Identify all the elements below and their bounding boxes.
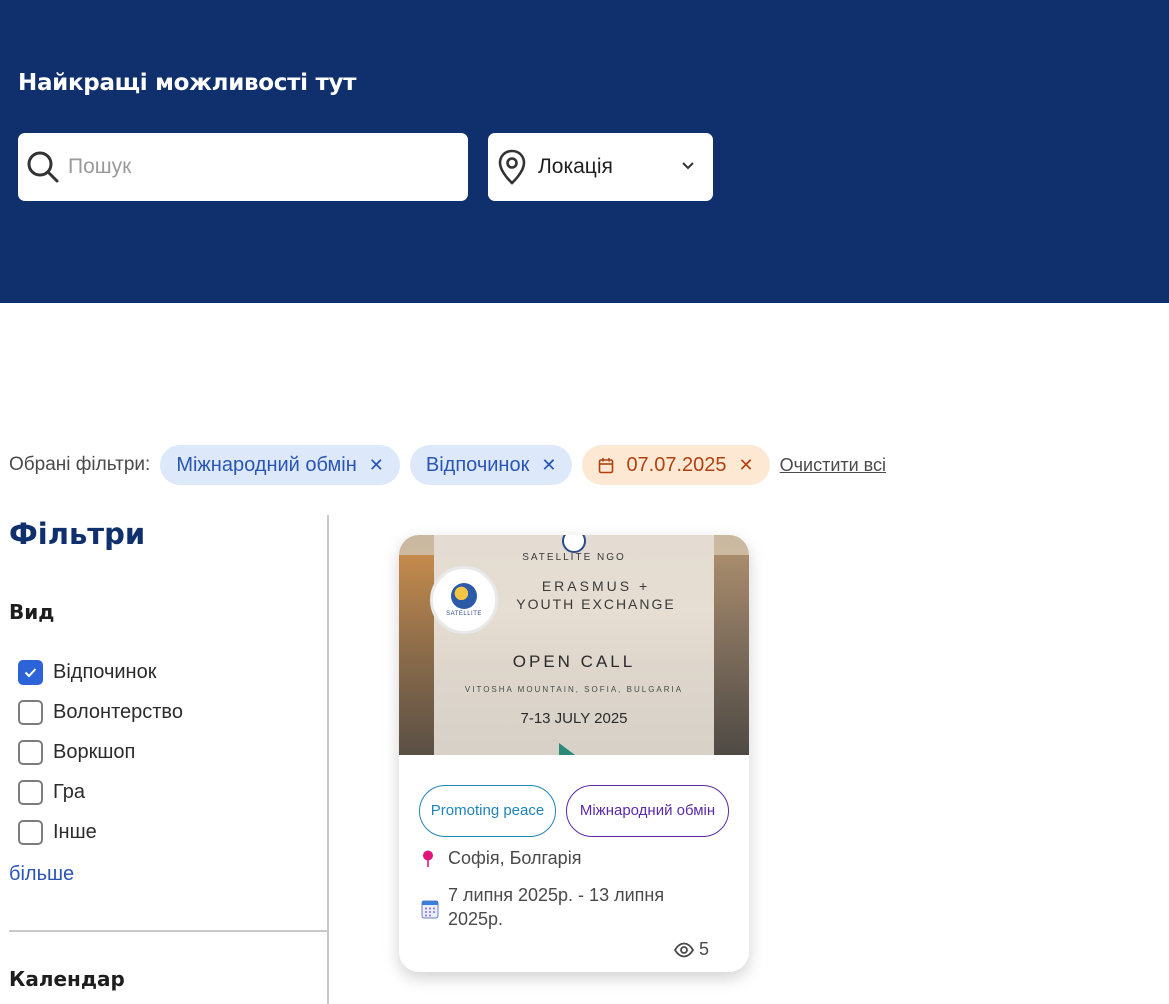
calendar-heading: Календар — [9, 967, 125, 991]
filter-chip-leisure[interactable]: Відпочинок ✕ — [409, 445, 573, 485]
type-option-label: Гра — [53, 780, 85, 803]
card-image: SATELLITE NGO SATELLITE ERASMUS + YOUTH … — [399, 535, 749, 755]
type-option-volunteering[interactable]: Волонтерство — [18, 692, 183, 732]
search-icon — [27, 151, 59, 183]
calendar-icon — [421, 900, 439, 919]
checkbox[interactable] — [18, 739, 43, 765]
selected-filters-bar: Обрані фільтри: Міжнародний обмін ✕ Відп… — [9, 445, 886, 485]
type-option-other[interactable]: Інше — [18, 812, 183, 852]
chip-label: Відпочинок — [425, 453, 530, 476]
close-icon[interactable]: ✕ — [739, 455, 754, 476]
card-dates: 7 липня 2025р. - 13 липня 2025р. — [421, 883, 698, 931]
image-line-3: OPEN CALL — [512, 652, 636, 671]
sidebar-divider — [327, 515, 329, 1004]
location-select[interactable]: Локація — [488, 133, 713, 201]
divider — [9, 930, 327, 932]
hero-title: Найкращі можливості тут — [18, 70, 357, 96]
type-option-label: Відпочинок — [53, 660, 157, 683]
chip-label: Міжнародний обмін — [176, 453, 357, 476]
type-heading: Вид — [9, 600, 55, 624]
checkbox-checked[interactable] — [18, 659, 43, 685]
type-option-label: Воркшоп — [53, 740, 136, 763]
type-option-label: Волонтерство — [53, 700, 183, 723]
view-count: 5 — [698, 939, 709, 959]
location-label: Локація — [538, 155, 613, 178]
hero-banner: Найкращі можливості тут Локація — [0, 0, 1169, 303]
play-icon — [559, 743, 575, 755]
eye-icon — [673, 942, 694, 957]
check-icon — [24, 667, 37, 677]
search-box[interactable] — [18, 133, 468, 201]
checkbox[interactable] — [18, 699, 43, 725]
type-option-leisure[interactable]: Відпочинок — [18, 652, 183, 692]
search-input[interactable] — [68, 155, 448, 179]
card-views: 5 — [673, 939, 709, 960]
tag-promoting-peace[interactable]: Promoting peace — [419, 785, 556, 837]
close-icon[interactable]: ✕ — [541, 455, 556, 476]
checkbox[interactable] — [18, 819, 43, 845]
type-checkbox-list: Відпочинок Волонтерство Воркшоп Гра Інше — [18, 652, 183, 852]
type-option-workshop[interactable]: Воркшоп — [18, 732, 183, 772]
image-org: SATELLITE NGO — [522, 552, 626, 563]
card-tags: Promoting peace Міжнародний обмін — [419, 785, 729, 837]
chevron-down-icon — [682, 162, 694, 170]
close-icon[interactable]: ✕ — [369, 455, 384, 476]
type-option-game[interactable]: Гра — [18, 772, 183, 812]
image-line-5: 7-13 JULY 2025 — [520, 710, 628, 727]
card-dates-text: 7 липня 2025р. - 13 липня 2025р. — [448, 885, 665, 929]
filters-sidebar: Фільтри Вид Відпочинок Волонтерство Ворк… — [9, 515, 327, 991]
filters-title: Фільтри — [9, 517, 146, 551]
selected-filters-label: Обрані фільтри: — [9, 454, 151, 475]
calendar-icon — [599, 457, 614, 473]
image-line-2: YOUTH EXCHANGE — [516, 596, 676, 612]
image-line-1: ERASMUS + — [541, 578, 651, 594]
card-location: Софія, Болгарія — [421, 848, 581, 869]
tag-international-exchange[interactable]: Міжнародний обмін — [566, 785, 729, 837]
image-line-4: VITOSHA MOUNTAIN, SOFIA, BULGARIA — [464, 685, 684, 694]
location-pin-icon — [423, 850, 433, 867]
chip-label: 07.07.2025 — [626, 453, 727, 476]
filter-chip-international-exchange[interactable]: Міжнародний обмін ✕ — [160, 445, 400, 485]
card-location-text: Софія, Болгарія — [448, 848, 582, 868]
type-option-label: Інше — [53, 820, 97, 843]
clear-all-link[interactable]: Очистити всі — [780, 455, 886, 476]
opportunity-card[interactable]: SATELLITE NGO SATELLITE ERASMUS + YOUTH … — [399, 535, 749, 972]
checkbox[interactable] — [18, 779, 43, 805]
show-more-link[interactable]: більше — [9, 863, 74, 886]
filter-chip-date[interactable]: 07.07.2025 ✕ — [582, 445, 770, 485]
map-pin-icon — [498, 149, 526, 185]
